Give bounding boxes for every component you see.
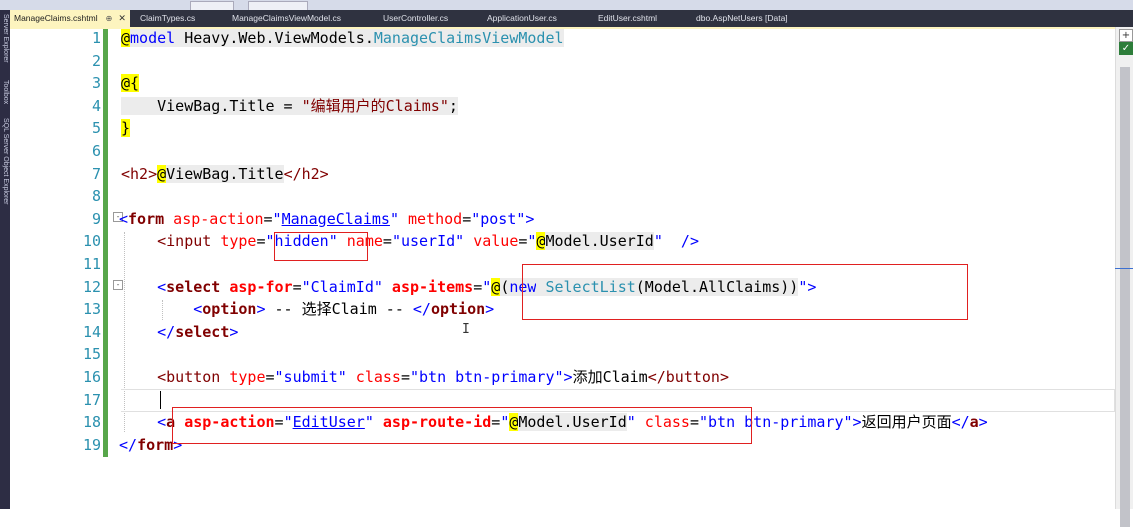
close-icon[interactable]: ✕ [118, 13, 126, 23]
tab-usercontroller-cs[interactable]: UserController.cs [383, 10, 448, 27]
tab-applicationuser-cs[interactable]: ApplicationUser.cs [487, 10, 557, 27]
line-number: 13 [82, 300, 101, 319]
tab-manageclaimsviewmodel-cs[interactable]: ManageClaimsViewModel.cs [232, 10, 341, 27]
ibeam-cursor-icon: I [462, 322, 470, 337]
line-number: 16 [82, 368, 101, 386]
tab-edituser-cshtml[interactable]: EditUser.cshtml [598, 10, 657, 27]
scroll-position-marker [1115, 268, 1133, 269]
code-line-4: ViewBag.Title = "编辑用户的Claims"; [121, 96, 458, 115]
line-number: 8 [91, 187, 101, 206]
annotation-box-hidden [274, 232, 368, 261]
tab-claimtypes-cs[interactable]: ClaimTypes.cs [140, 10, 195, 27]
text-caret [160, 391, 161, 409]
side-panel-sql-server-object-explorer[interactable]: SQL Server Object Explorer [1, 118, 9, 205]
line-number: 12 [82, 277, 101, 296]
code-line-10: <input type="hidden" name="userId" value… [121, 232, 699, 251]
document-tab-strip: ManageClaims.cshtml ⊕ ✕ ClaimTypes.cs Mana… [10, 10, 1133, 27]
add-icon[interactable]: + [1119, 29, 1133, 42]
code-line-16: <button type="submit" class="btn btn-pri… [121, 368, 729, 386]
line-number: 1 [91, 29, 101, 47]
tab-dbo-aspnetusers-data[interactable]: dbo.AspNetUsers [Data] [696, 10, 788, 27]
annotation-box-anchor [172, 407, 752, 444]
scrollbar-thumb[interactable] [1120, 67, 1130, 527]
code-line-5: } [121, 119, 131, 138]
line-number: 15 [82, 345, 101, 364]
check-icon[interactable]: ✓ [1119, 42, 1133, 55]
side-panel-server-explorer[interactable]: Server Explorer [1, 14, 9, 63]
left-dock: Server Explorer Toolbox SQL Server Objec… [0, 10, 10, 509]
line-number: 10 [82, 232, 101, 251]
tab-manageclaims-cshtml[interactable]: ManageClaims.cshtml ⊕ ✕ [10, 10, 130, 27]
line-number: 14 [82, 322, 101, 341]
tab-label: ManageClaims.cshtml [14, 13, 98, 23]
line-number: 6 [91, 142, 101, 160]
line-number: 9 [91, 209, 101, 228]
code-line-7: <h2>@ViewBag.Title</h2> [121, 164, 329, 183]
line-number: 11 [82, 255, 101, 273]
line-number: 18 [82, 413, 101, 432]
line-number: 7 [91, 164, 101, 183]
line-number: 19 [82, 435, 101, 454]
annotation-box-asp-items [522, 264, 968, 320]
code-line-3: @{ [121, 74, 140, 93]
line-number: 3 [91, 74, 101, 93]
line-number: 4 [91, 96, 101, 115]
code-line-1: @model Heavy.Web.ViewModels.ManageClaims… [121, 29, 564, 47]
code-line-14: </select> [121, 322, 239, 341]
line-number: 5 [91, 119, 101, 138]
pin-icon[interactable]: ⊕ [106, 14, 113, 23]
line-number: 2 [91, 51, 101, 70]
change-tracking-bar [103, 29, 108, 457]
side-panel-toolbox[interactable]: Toolbox [1, 80, 9, 104]
line-number: 17 [82, 390, 101, 409]
code-line-13: <option> -- 选择Claim -- </option> [121, 300, 495, 319]
code-line-9: <form asp-action="ManageClaims" method="… [119, 209, 535, 228]
